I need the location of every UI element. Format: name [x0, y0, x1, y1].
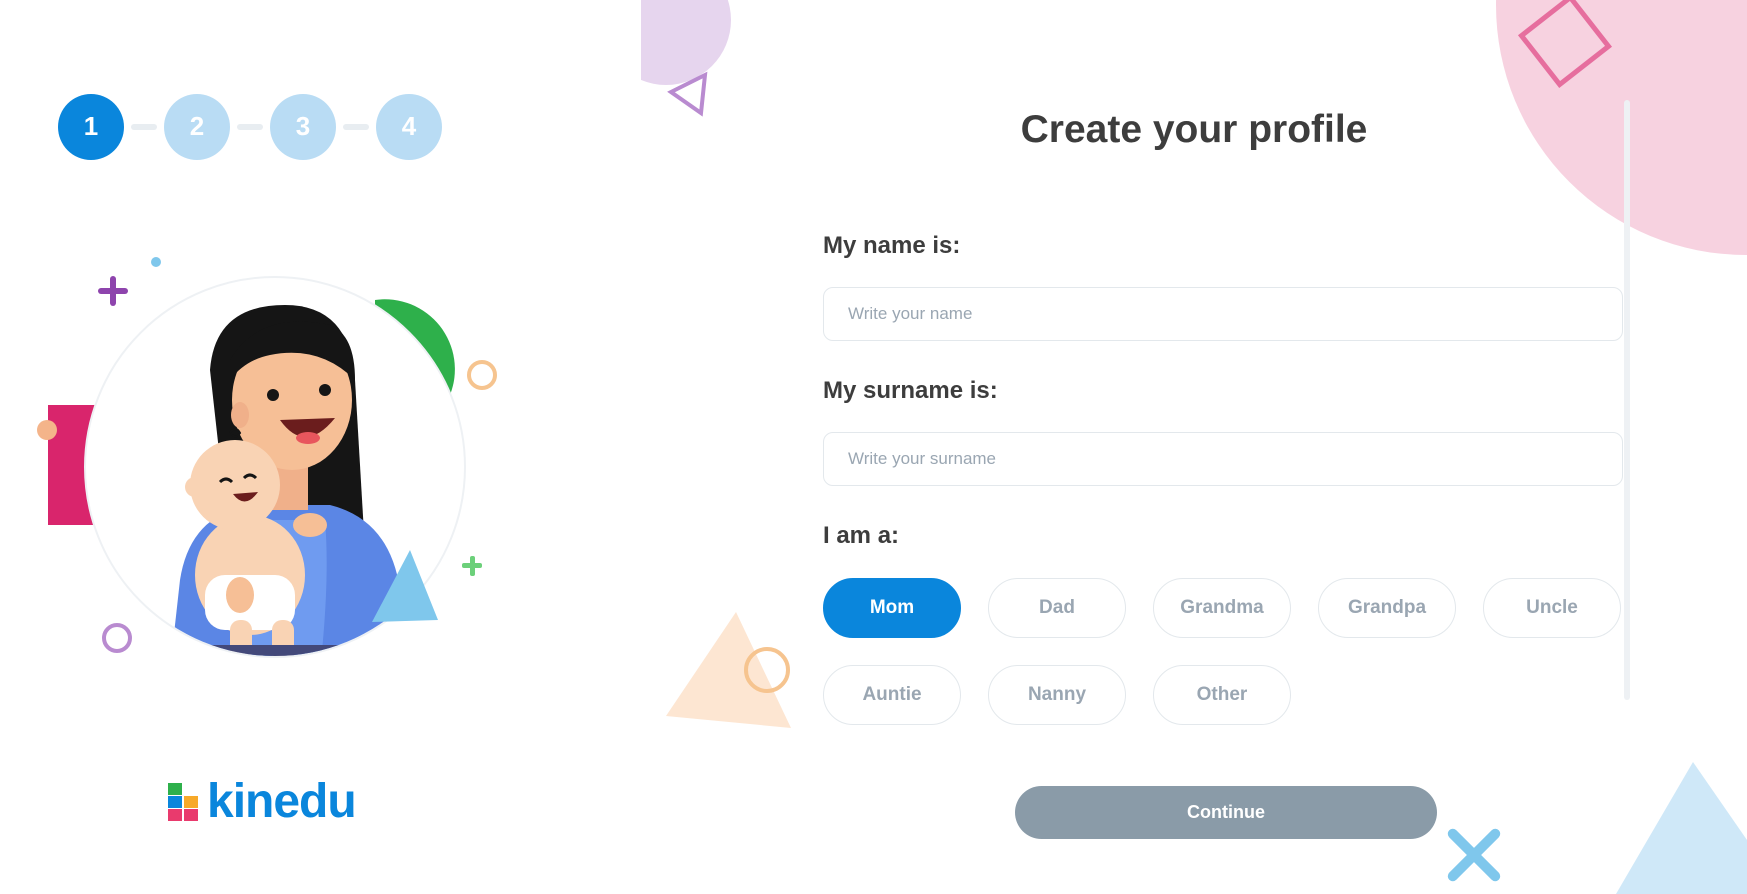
role-option-grandpa[interactable]: Grandpa: [1318, 578, 1456, 638]
profile-form: My name is: My surname is: I am a: Mom D…: [823, 232, 1623, 752]
role-option-mom[interactable]: Mom: [823, 578, 961, 638]
lavender-circle-shape: [641, 0, 731, 85]
kinedu-logo: kinedu: [168, 775, 357, 828]
role-option-uncle[interactable]: Uncle: [1483, 578, 1621, 638]
surname-field-wrapper[interactable]: [823, 432, 1623, 486]
progress-stepper: 1 2 3 4: [58, 93, 442, 160]
left-panel: 1 2 3 4 kinedu: [0, 0, 641, 894]
kinedu-logo-mark-icon: [168, 783, 198, 821]
page-title: Create your profile: [1020, 108, 1368, 151]
step-connector: [343, 123, 369, 130]
role-option-nanny[interactable]: Nanny: [988, 665, 1126, 725]
step-4: 4: [376, 93, 442, 160]
green-plus-icon: [462, 556, 482, 576]
peach-triangle-shape: [666, 612, 791, 728]
orange-ring-icon: [467, 360, 497, 390]
name-field-wrapper[interactable]: [823, 287, 1623, 341]
step-1: 1: [58, 93, 124, 160]
surname-label: My surname is:: [823, 377, 998, 404]
blue-dot-icon: [151, 257, 161, 267]
purple-ring-icon: [102, 623, 132, 653]
name-label: My name is:: [823, 232, 961, 259]
surname-input[interactable]: [848, 449, 1622, 469]
profile-form-panel: Create your profile My name is: My surna…: [641, 0, 1747, 894]
step-connector: [131, 123, 157, 130]
role-option-dad[interactable]: Dad: [988, 578, 1126, 638]
name-input[interactable]: [848, 304, 1622, 324]
role-label: I am a:: [823, 522, 900, 549]
role-option-auntie[interactable]: Auntie: [823, 665, 961, 725]
step-3: 3: [270, 93, 336, 160]
role-option-grandma[interactable]: Grandma: [1153, 578, 1291, 638]
blue-x-icon: [1447, 828, 1501, 882]
peach-dot-icon: [37, 420, 57, 440]
purple-plus-icon: [98, 276, 128, 306]
step-2: 2: [164, 93, 230, 160]
continue-button[interactable]: Continue: [1015, 786, 1437, 839]
mom-and-baby-illustration: [37, 257, 497, 658]
light-blue-shape: [1616, 762, 1747, 894]
role-options: Mom Dad Grandma Grandpa Uncle Auntie Nan…: [823, 578, 1653, 752]
role-option-other[interactable]: Other: [1153, 665, 1291, 725]
brand-name: kinedu: [207, 775, 357, 828]
step-connector: [237, 123, 263, 130]
